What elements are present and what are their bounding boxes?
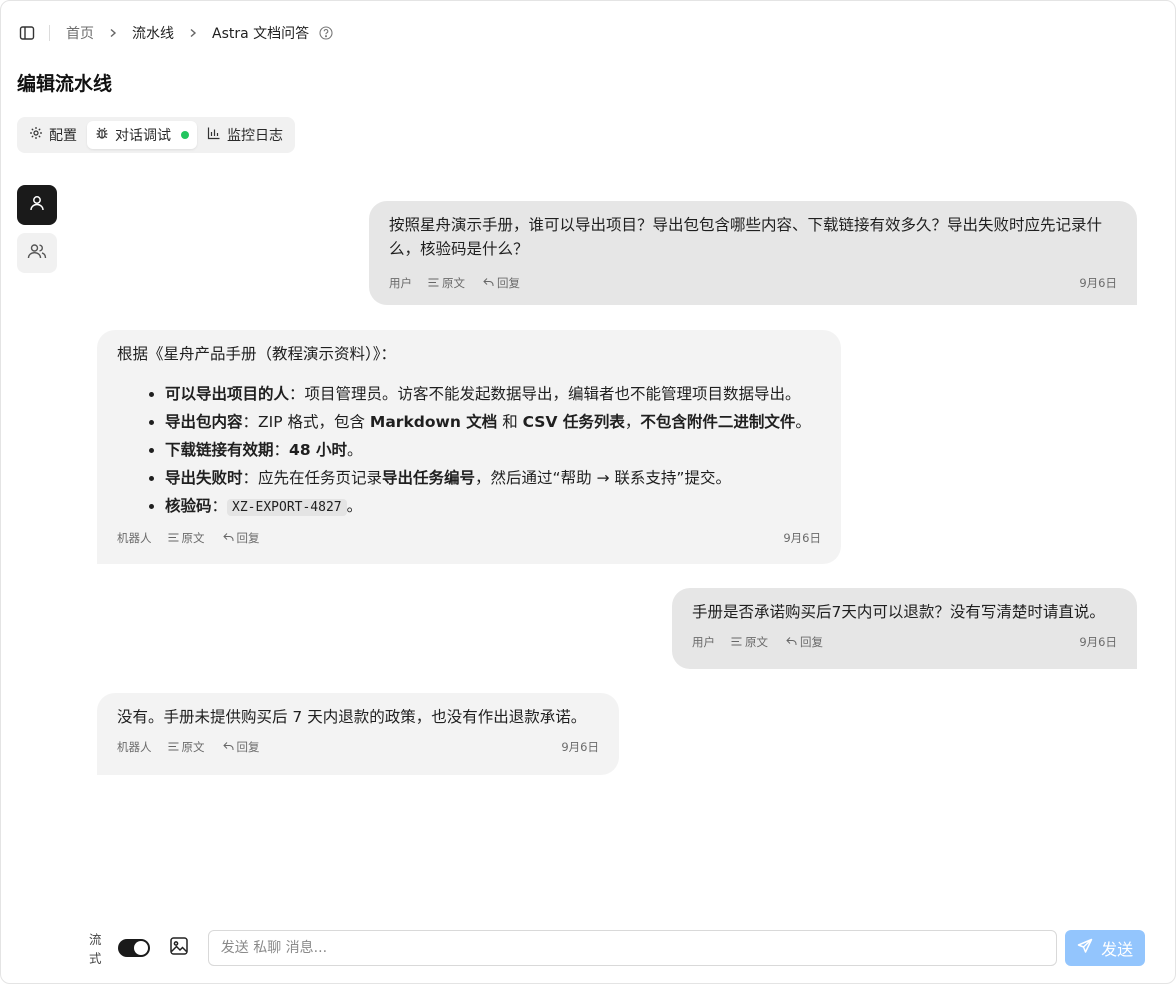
message-role: 用户	[389, 276, 412, 290]
reply-label: 回复	[800, 635, 823, 649]
list-item: 导出失败时：应先在任务页记录导出任务编号，然后通过“帮助 → 联系支持”提交。	[165, 464, 821, 492]
tab-bar: 配置 对话调试 监控日志	[17, 117, 295, 153]
breadcrumb-home[interactable]: 首页	[66, 23, 94, 43]
align-left-icon	[731, 630, 742, 654]
chat-message-user: 按照星舟演示手册，谁可以导出项目？导出包包含哪些内容、下载链接有效多久？导出失败…	[369, 201, 1137, 305]
verification-code: XZ-EXPORT-4827	[227, 499, 347, 516]
message-text: 没有。手册未提供购买后 7 天内退款的政策，也没有作出退款承诺。	[117, 708, 587, 726]
message-date: 9月6日	[1079, 635, 1117, 649]
image-icon	[169, 936, 189, 960]
tab-label: 配置	[49, 128, 77, 144]
chat-message-user: 手册是否承诺购买后7天内可以退款？没有写清楚时请直说。 用户 原文 回复 9月6…	[672, 588, 1137, 669]
chat-message-bot: 根据《星舟产品手册（教程演示资料）》： 可以导出项目的人：项目管理员。访客不能发…	[97, 330, 841, 564]
reply-button[interactable]: 回复	[483, 271, 520, 295]
answer-list: 可以导出项目的人：项目管理员。访客不能发起数据导出，编辑者也不能管理项目数据导出…	[117, 380, 821, 522]
message-intro: 根据《星舟产品手册（教程演示资料）》：	[117, 345, 397, 363]
view-source-button[interactable]: 原文	[168, 735, 205, 759]
breadcrumb-pipelines[interactable]: 流水线	[132, 23, 174, 43]
help-circle-icon[interactable]	[319, 26, 333, 40]
composer: 流式 发送	[89, 929, 1145, 967]
message-role: 用户	[692, 635, 715, 649]
sidebar-toggle-icon[interactable]	[17, 23, 37, 43]
view-source-button[interactable]: 原文	[168, 526, 205, 550]
view-source-label: 原文	[181, 531, 205, 545]
chevron-right-icon	[188, 28, 198, 38]
reply-icon	[786, 630, 797, 654]
gear-icon	[29, 126, 43, 144]
align-left-icon	[168, 735, 179, 759]
message-date: 9月6日	[561, 740, 599, 754]
list-item: 下载链接有效期：48 小时。	[165, 436, 821, 464]
send-label: 发送	[1101, 940, 1134, 959]
message-text: 手册是否承诺购买后7天内可以退款？没有写清楚时请直说。	[692, 603, 1105, 621]
list-item: 核验码：XZ-EXPORT-4827。	[165, 492, 821, 522]
tab-debug-chat[interactable]: 对话调试	[87, 121, 197, 149]
divider	[49, 25, 50, 41]
list-item: 可以导出项目的人：项目管理员。访客不能发起数据导出，编辑者也不能管理项目数据导出…	[165, 380, 821, 408]
message-meta: 机器人 原文 回复 9月6日	[117, 739, 599, 755]
message-meta: 用户 原文 回复 9月6日	[692, 634, 1117, 650]
message-text: 按照星舟演示手册，谁可以导出项目？导出包包含哪些内容、下载链接有效多久？导出失败…	[389, 216, 1103, 258]
bar-chart-icon	[207, 126, 221, 144]
chat-message-bot: 没有。手册未提供购买后 7 天内退款的政策，也没有作出退款承诺。 机器人 原文 …	[97, 693, 619, 775]
tab-label: 对话调试	[115, 128, 171, 144]
reply-label: 回复	[236, 740, 260, 754]
header: 首页 流水线 Astra 文档问答	[17, 21, 333, 45]
send-button[interactable]: 发送	[1065, 930, 1145, 966]
app-window: 首页 流水线 Astra 文档问答 编辑流水线 配置 对话调试 监控日志 按照星…	[0, 0, 1176, 984]
reply-icon	[483, 271, 494, 295]
align-left-icon	[428, 271, 439, 295]
user-icon	[28, 194, 46, 216]
reply-button[interactable]: 回复	[222, 735, 260, 759]
view-source-label: 原文	[442, 276, 465, 290]
send-icon	[1077, 938, 1093, 958]
tab-monitor-logs[interactable]: 监控日志	[199, 121, 291, 149]
reply-icon	[222, 526, 234, 550]
toggle-knob	[133, 941, 148, 955]
reply-label: 回复	[497, 276, 520, 290]
breadcrumb-current: Astra 文档问答	[212, 26, 310, 42]
reply-icon	[222, 735, 234, 759]
stream-toggle[interactable]	[117, 939, 150, 957]
message-meta: 用户 原文 回复 9月6日	[389, 275, 1117, 291]
align-left-icon	[168, 526, 179, 550]
chevron-right-icon	[108, 28, 118, 38]
role-group-button[interactable]	[17, 233, 57, 273]
list-item: 导出包内容：ZIP 格式，包含 Markdown 文档 和 CSV 任务列表，不…	[165, 408, 821, 436]
message-role: 机器人	[117, 740, 152, 754]
breadcrumb: 首页 流水线 Astra 文档问答	[66, 23, 333, 43]
tab-label: 监控日志	[227, 128, 283, 144]
reply-button[interactable]: 回复	[222, 526, 260, 550]
message-meta: 机器人 原文 回复 9月6日	[117, 530, 821, 546]
page-title: 编辑流水线	[17, 73, 113, 95]
stream-label: 流式	[89, 932, 102, 966]
message-input[interactable]	[207, 930, 1058, 966]
view-source-button[interactable]: 原文	[731, 630, 768, 654]
users-icon	[27, 242, 47, 264]
role-user-button[interactable]	[17, 185, 57, 225]
reply-button[interactable]: 回复	[786, 630, 823, 654]
view-source-button[interactable]: 原文	[428, 271, 465, 295]
message-date: 9月6日	[1079, 276, 1117, 290]
message-date: 9月6日	[783, 531, 821, 545]
status-dot	[181, 131, 189, 139]
message-role: 机器人	[117, 531, 152, 545]
view-source-label: 原文	[181, 740, 205, 754]
view-source-label: 原文	[745, 635, 768, 649]
reply-label: 回复	[236, 531, 260, 545]
image-upload-button[interactable]	[168, 937, 190, 959]
bug-icon	[95, 126, 109, 144]
tab-config[interactable]: 配置	[21, 121, 85, 149]
